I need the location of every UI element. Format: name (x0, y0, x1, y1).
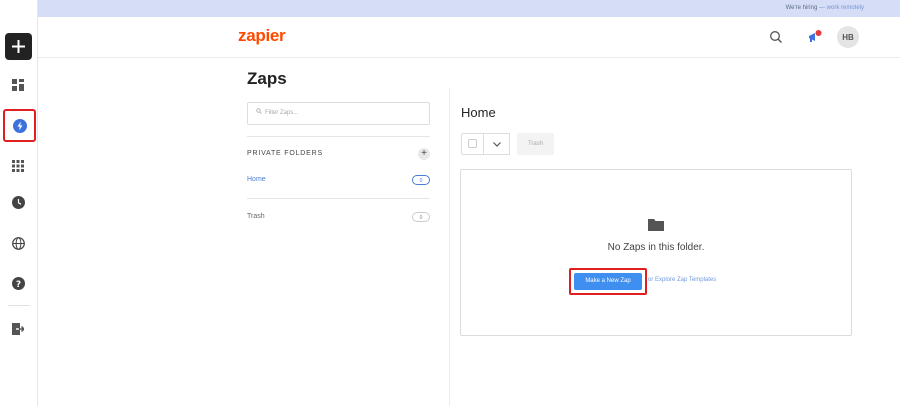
dashboard-nav-button[interactable] (7, 74, 29, 96)
divider (247, 198, 430, 199)
select-dropdown-button[interactable] (484, 133, 510, 155)
top-header: zapier HB (38, 17, 900, 58)
folder-title: Home (461, 105, 496, 120)
history-nav-button[interactable] (7, 191, 29, 213)
empty-state-message: No Zaps in this folder. (607, 242, 705, 253)
left-nav-rail: ? (0, 0, 38, 406)
trash-button[interactable]: Trash (517, 133, 554, 155)
apps-grid-icon (12, 160, 24, 172)
search-button[interactable] (769, 30, 783, 44)
globe-icon (11, 236, 25, 250)
filter-placeholder: Filter Zaps... (265, 110, 299, 116)
zaps-icon (12, 118, 27, 133)
empty-state-panel: No Zaps in this folder. Make a New Zap o… (460, 169, 852, 336)
hiring-banner: We're hiring — work remotely (38, 0, 900, 17)
apps-nav-button[interactable] (7, 155, 29, 177)
svg-text:?: ? (15, 280, 20, 290)
logout-nav-button[interactable] (7, 318, 29, 340)
make-new-zap-button[interactable]: Make a New Zap (574, 273, 642, 290)
private-folders-heading: PRIVATE FOLDERS (247, 150, 323, 157)
folder-count-badge: 0 (412, 175, 430, 185)
select-all-checkbox[interactable] (461, 133, 484, 155)
explore-nav-button[interactable] (7, 232, 29, 254)
search-icon (256, 103, 262, 124)
zaps-nav-button[interactable] (3, 109, 36, 142)
help-nav-button[interactable]: ? (7, 272, 29, 294)
megaphone-icon (809, 30, 822, 42)
folder-item-trash[interactable]: Trash 0 (247, 212, 430, 225)
folder-item-home[interactable]: Home 0 (247, 175, 430, 188)
dashboard-icon (12, 79, 24, 91)
folder-label: Trash (247, 213, 265, 220)
logout-icon (12, 323, 24, 335)
folder-label: Home (247, 176, 266, 183)
chevron-down-icon (492, 141, 501, 147)
folder-count-badge: 0 (412, 212, 430, 222)
make-zap-highlight: Make a New Zap (569, 268, 647, 295)
filter-zaps-input[interactable]: Filter Zaps... (247, 102, 430, 125)
zapier-logo[interactable]: zapier (238, 26, 286, 46)
notifications-button[interactable] (807, 29, 823, 45)
create-zap-button[interactable] (5, 33, 32, 60)
help-icon: ? (11, 276, 25, 290)
page-title: Zaps (247, 69, 287, 88)
rail-divider (8, 305, 30, 306)
user-avatar[interactable]: HB (837, 26, 859, 48)
explore-templates-link[interactable]: or Explore Zap Templates (648, 277, 716, 283)
history-icon (11, 195, 25, 209)
add-folder-button[interactable]: + (418, 148, 430, 160)
column-divider (449, 88, 450, 406)
plus-icon (12, 40, 25, 53)
banner-link[interactable]: — work remotely (819, 5, 864, 11)
search-icon (770, 31, 782, 43)
banner-text: We're hiring (785, 5, 818, 11)
divider (247, 136, 430, 137)
folder-icon (648, 218, 664, 236)
